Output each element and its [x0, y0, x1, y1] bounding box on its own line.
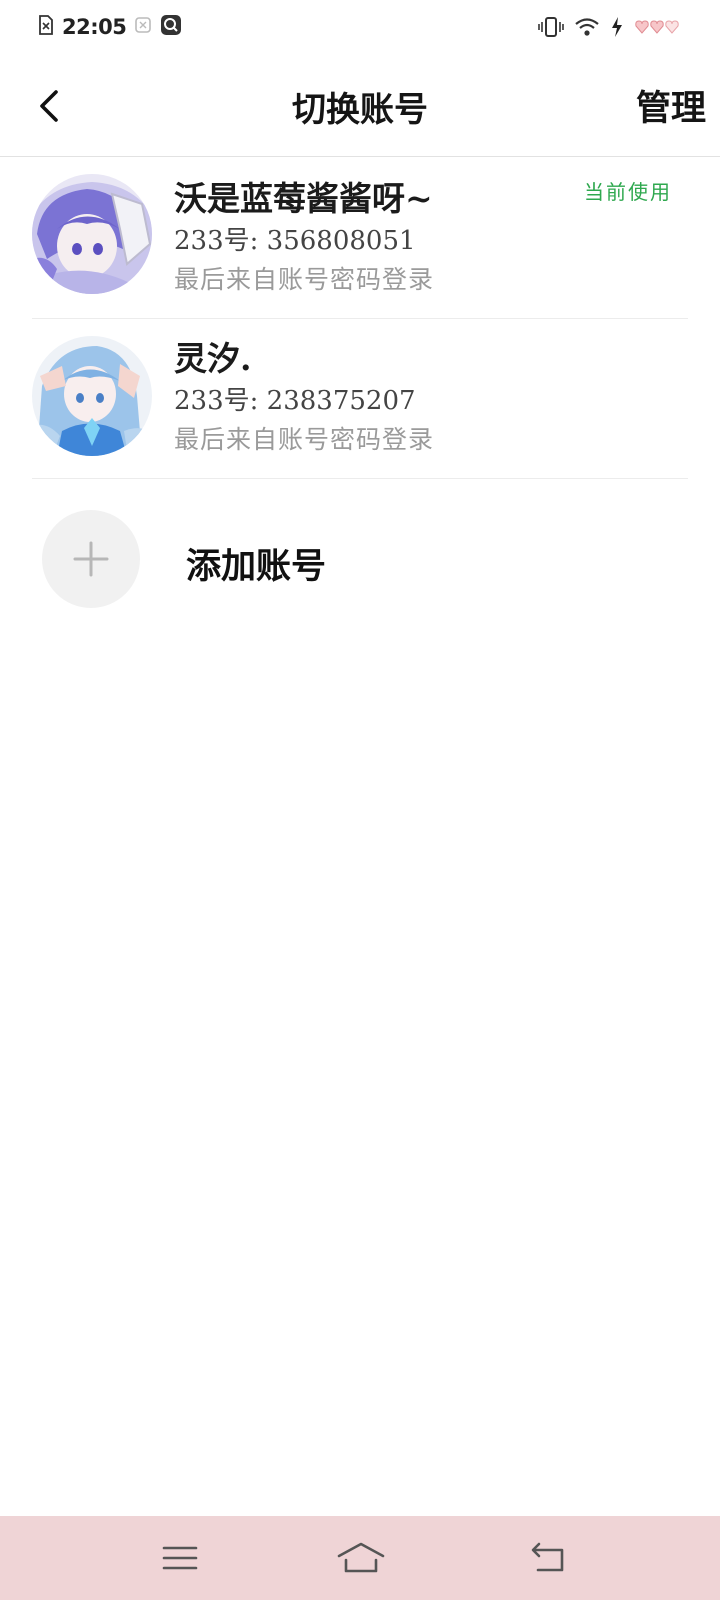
account-login-info: 最后来自账号密码登录: [174, 425, 435, 454]
avatar: [32, 174, 152, 294]
top-app-bar: 切换账号 管理: [0, 56, 720, 157]
wifi-icon: [574, 16, 600, 42]
status-bar-right: [538, 16, 680, 42]
status-bar-left: 22:05: [38, 14, 182, 40]
account-id: 233号: 238375207: [174, 386, 416, 416]
nav-back-button[interactable]: [528, 1538, 572, 1578]
vibrate-icon: [538, 16, 564, 42]
nav-home-button[interactable]: [336, 1538, 386, 1578]
account-name: 沃是蓝莓酱酱呀~: [174, 179, 433, 218]
account-item[interactable]: 灵汐. 233号: 238375207 最后来自账号密码登录: [32, 318, 688, 479]
add-account-button[interactable]: [42, 510, 140, 608]
current-account-badge: 当前使用: [584, 180, 672, 204]
back-icon: [531, 1542, 564, 1572]
menu-icon: [162, 1546, 198, 1570]
manage-button[interactable]: 管理: [636, 80, 706, 131]
page-title: 切换账号: [292, 90, 428, 130]
battery-hearts-icon: [634, 17, 680, 41]
home-icon: [337, 1542, 385, 1573]
avatar: [32, 336, 152, 456]
system-navigation-bar: [0, 1516, 720, 1600]
account-id: 233号: 356808051: [174, 226, 416, 256]
status-time: 22:05: [62, 15, 127, 39]
status-bar: 22:05: [0, 0, 720, 56]
charging-icon: [610, 16, 624, 42]
notification-app-icon: [134, 16, 152, 38]
search-app-icon: [160, 14, 182, 40]
sim-card-icon: [38, 14, 54, 40]
account-item[interactable]: 沃是蓝莓酱酱呀~ 233号: 356808051 最后来自账号密码登录 当前使用: [32, 158, 688, 319]
nav-menu-button[interactable]: [158, 1538, 202, 1578]
account-name: 灵汐.: [174, 339, 252, 378]
plus-icon: [73, 541, 109, 577]
add-account-label[interactable]: 添加账号: [186, 538, 326, 589]
account-login-info: 最后来自账号密码登录: [174, 265, 435, 294]
